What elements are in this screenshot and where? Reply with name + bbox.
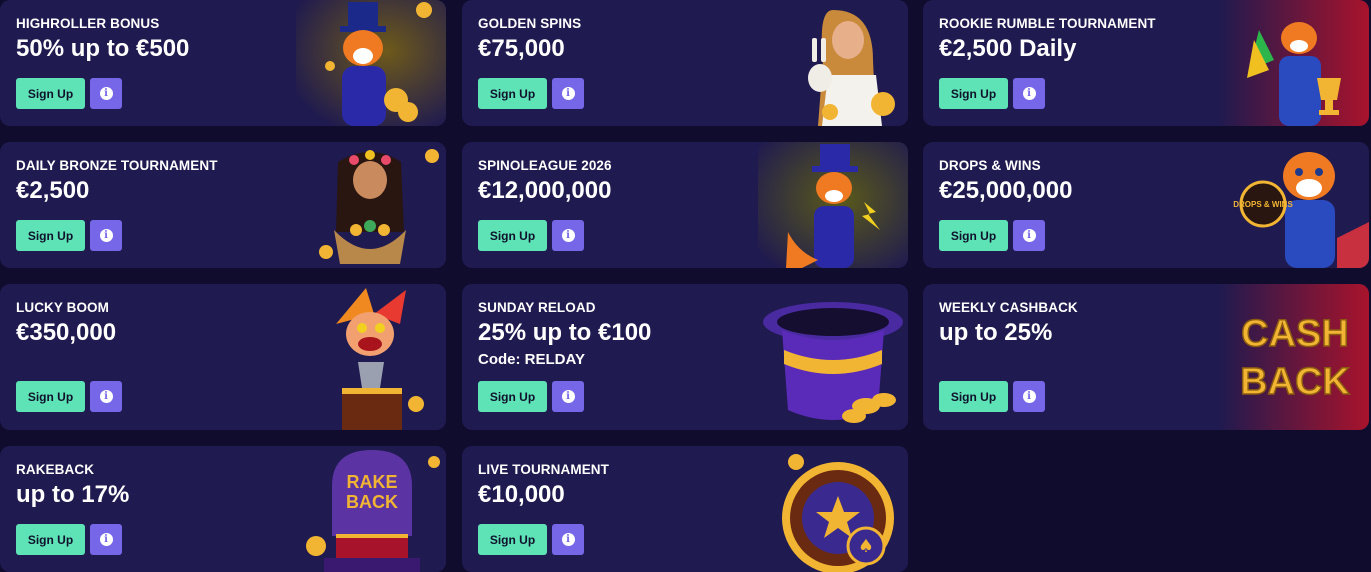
promo-card-golden-spins: GOLDEN SPINS €75,000 Sign Up i [462,0,908,126]
promo-title: ROOKIE RUMBLE TOURNAMENT [939,16,1156,31]
fox-drops-and-wins-image: DROPS & WINS [1219,142,1369,268]
roulette-wheel-image: ♠ [758,446,908,572]
promo-card-lucky-boom: LUCKY BOOM €350,000 Sign Up i [0,284,446,430]
info-icon: i [1022,229,1036,242]
magic-top-hat-image [758,284,908,430]
info-icon: i [561,390,575,403]
sign-up-button[interactable]: Sign Up [478,381,547,412]
info-button[interactable]: i [552,78,584,109]
promo-value: 25% up to €100 [478,319,652,346]
spade-glyph: ♠ [858,536,874,557]
promo-code: Code: RELDAY [478,351,585,368]
info-button[interactable]: i [90,78,122,109]
info-icon: i [99,533,113,546]
promo-card-spinoleague-2026: SPINOLEAGUE 2026 €12,000,000 Sign Up i [462,142,908,268]
promo-value: €350,000 [16,319,117,346]
promo-card-drops-and-wins: DROPS & WINS €25,000,000 Sign Up i DROPS… [923,142,1369,268]
woman-with-rabbit-image [758,0,908,126]
sign-up-button[interactable]: Sign Up [939,78,1008,109]
sign-up-button[interactable]: Sign Up [16,78,85,109]
promo-card-rookie-rumble-tournament: ROOKIE RUMBLE TOURNAMENT €2,500 Daily Si… [923,0,1369,126]
woman-with-basket-image [296,142,446,268]
promo-card-live-tournament: LIVE TOURNAMENT €10,000 Sign Up i ♠ [462,446,908,572]
promo-value: €10,000 [478,481,565,508]
info-icon: i [561,229,575,242]
info-button[interactable]: i [552,524,584,555]
promo-card-rakeback: RAKEBACK up to 17% Sign Up i RAKE BACK [0,446,446,572]
promo-value: €12,000,000 [478,177,612,204]
promo-card-weekly-cashback: WEEKLY CASHBACK up to 25% Sign Up i CASH… [923,284,1369,430]
promo-card-sunday-reload: SUNDAY RELOAD 25% up to €100 Code: RELDA… [462,284,908,430]
promo-title: SUNDAY RELOAD [478,300,596,315]
sign-up-button[interactable]: Sign Up [478,220,547,251]
promo-card-daily-bronze-tournament: DAILY BRONZE TOURNAMENT €2,500 Sign Up i [0,142,446,268]
rakeback-dome-image: RAKE BACK [296,446,446,572]
promo-title: LIVE TOURNAMENT [478,462,610,477]
promo-value: €2,500 [16,177,90,204]
info-button[interactable]: i [90,381,122,412]
info-icon: i [99,87,113,100]
promo-title: WEEKLY CASHBACK [939,300,1078,315]
info-button[interactable]: i [1013,220,1045,251]
sign-up-button[interactable]: Sign Up [939,381,1008,412]
promo-title: DAILY BRONZE TOURNAMENT [16,158,218,173]
info-button[interactable]: i [552,381,584,412]
fox-with-top-hat-image [296,0,446,126]
back-lettering: BACK [1240,361,1350,403]
sign-up-button[interactable]: Sign Up [939,220,1008,251]
info-icon: i [99,229,113,242]
promo-title: SPINOLEAGUE 2026 [478,158,612,173]
promo-value: €2,500 Daily [939,35,1077,62]
sign-up-button[interactable]: Sign Up [16,220,85,251]
cash-lettering: CASH [1241,313,1349,355]
promo-value: 50% up to €500 [16,35,190,62]
jester-in-box-image [296,284,446,430]
sign-up-button[interactable]: Sign Up [16,381,85,412]
sign-up-button[interactable]: Sign Up [478,524,547,555]
promo-value: up to 25% [939,319,1053,346]
cash-back-lettering-image: CASH BACK [1219,284,1369,430]
promo-title: GOLDEN SPINS [478,16,582,31]
info-button[interactable]: i [1013,78,1045,109]
info-icon: i [561,533,575,546]
promo-title: HIGHROLLER BONUS [16,16,160,31]
promo-title: LUCKY BOOM [16,300,110,315]
promo-value: €25,000,000 [939,177,1073,204]
promo-title: RAKEBACK [16,462,95,477]
info-icon: i [99,390,113,403]
info-icon: i [561,87,575,100]
info-button[interactable]: i [90,220,122,251]
promo-title: DROPS & WINS [939,158,1041,173]
promo-card-highroller-bonus: HIGHROLLER BONUS 50% up to €500 Sign Up … [0,0,446,126]
info-icon: i [1022,87,1036,100]
fox-magician-image [758,142,908,268]
drops-wins-logo-text: DROPS & WINS [1233,200,1293,209]
info-icon: i [1022,390,1036,403]
fox-with-trophy-image [1219,0,1369,126]
promo-value: up to 17% [16,481,130,508]
info-button[interactable]: i [90,524,122,555]
promo-value: €75,000 [478,35,565,62]
sign-up-button[interactable]: Sign Up [478,78,547,109]
rake-lettering: RAKE [346,472,397,492]
info-button[interactable]: i [552,220,584,251]
rakeback-back-lettering: BACK [346,492,398,512]
info-button[interactable]: i [1013,381,1045,412]
sign-up-button[interactable]: Sign Up [16,524,85,555]
